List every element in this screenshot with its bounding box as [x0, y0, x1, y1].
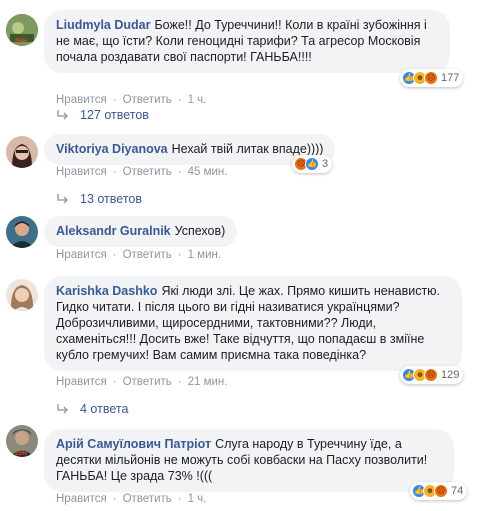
comment-actions: Нравится · Ответить · 1 ч. [56, 94, 206, 106]
view-replies-link[interactable]: 13 ответов [56, 192, 142, 206]
reactions-summary[interactable]: 👍 ☻ ☹ 177 [400, 69, 464, 87]
separator: · [177, 94, 182, 106]
angry-icon: ☹ [434, 484, 448, 498]
like-link[interactable]: Нравится [56, 376, 107, 388]
view-replies-link[interactable]: 4 ответа [56, 402, 128, 416]
angry-icon: ☹ [424, 368, 438, 382]
separator: · [112, 493, 117, 505]
comment-time[interactable]: 21 мин. [188, 376, 228, 388]
avatar[interactable] [6, 136, 38, 168]
comment-bubble: Liudmyla Dudar Боже!! До Туреччини!! Коли… [44, 10, 450, 73]
avatar-image [6, 279, 38, 311]
comment-actions: Нравится · Ответить · 1 ч. [56, 493, 206, 505]
comment-actions: Нравится · Ответить · 1 мин. [56, 249, 221, 261]
view-replies-link[interactable]: 127 ответов [56, 108, 149, 122]
reply-link[interactable]: Ответить [123, 376, 172, 388]
comment-author[interactable]: Aleksandr Guralnik [56, 224, 171, 238]
reply-link[interactable]: Ответить [123, 166, 172, 178]
reactions-summary[interactable]: 👍 ☻ ☹ 129 [400, 366, 464, 384]
reply-arrow-icon [57, 110, 68, 120]
separator: · [112, 94, 117, 106]
comment-author[interactable]: Karishka Dashko [56, 284, 157, 298]
avatar[interactable] [6, 279, 38, 311]
separator: · [177, 166, 182, 178]
reply-link[interactable]: Ответить [123, 94, 172, 106]
comment-text: Нехай твій литак впаде)))) [171, 142, 324, 156]
like-link[interactable]: Нравится [56, 249, 107, 261]
comment-text: Успехов) [174, 224, 226, 238]
comment-actions: Нравится · Ответить · 45 мин. [56, 166, 227, 178]
comment-time[interactable]: 1 ч. [188, 493, 207, 505]
comment-bubble: Aleksandr Guralnik Успехов) [44, 216, 238, 247]
reactions-summary[interactable]: ☹ 👍 3 [292, 155, 333, 173]
reply-arrow-icon [57, 194, 68, 204]
comment-author[interactable]: Viktoriya Diyanova [56, 142, 168, 156]
reaction-count: 3 [322, 158, 329, 170]
like-icon: 👍 [305, 157, 319, 171]
avatar-image: 25% [6, 425, 38, 457]
separator: · [177, 493, 182, 505]
separator: · [177, 376, 182, 388]
comment-author[interactable]: Арій Самуїлович Патріот [56, 437, 211, 451]
reaction-count: 74 [451, 485, 464, 497]
comment-time[interactable]: 1 мин. [188, 249, 221, 261]
comment-bubble: Karishka Dashko Які люди злі. Це жах. Пря… [44, 276, 462, 371]
like-link[interactable]: Нравится [56, 94, 107, 106]
like-link[interactable]: Нравится [56, 166, 107, 178]
reply-link[interactable]: Ответить [123, 249, 172, 261]
avatar-image: 25% [6, 14, 38, 46]
avatar[interactable]: 25% [6, 14, 38, 46]
separator: · [112, 376, 117, 388]
reactions-summary[interactable]: 👍 ☻ ☹ 74 [410, 482, 468, 500]
avatar[interactable]: 25% [6, 425, 38, 457]
avatar[interactable] [6, 216, 38, 248]
like-link[interactable]: Нравится [56, 493, 107, 505]
separator: · [112, 166, 117, 178]
reply-arrow-icon [57, 404, 68, 414]
svg-text:25%: 25% [15, 451, 28, 457]
comment-time[interactable]: 1 ч. [188, 94, 207, 106]
replies-count: 4 ответа [80, 402, 129, 416]
comment-time[interactable]: 45 мин. [188, 166, 228, 178]
avatar-image [6, 136, 38, 168]
separator: · [177, 249, 182, 261]
comment-actions: Нравится · Ответить · 21 мин. [56, 376, 227, 388]
reply-link[interactable]: Ответить [123, 493, 172, 505]
separator: · [112, 249, 117, 261]
avatar-image [6, 216, 38, 248]
comment-bubble: Арій Самуїлович Патріот Слуга народу в Ту… [44, 429, 454, 492]
reaction-count: 177 [441, 72, 460, 84]
svg-text:25%: 25% [15, 39, 28, 45]
angry-icon: ☹ [424, 71, 438, 85]
reaction-count: 129 [441, 369, 460, 381]
comment-author[interactable]: Liudmyla Dudar [56, 18, 150, 32]
replies-count: 127 ответов [80, 108, 149, 122]
replies-count: 13 ответов [80, 192, 142, 206]
